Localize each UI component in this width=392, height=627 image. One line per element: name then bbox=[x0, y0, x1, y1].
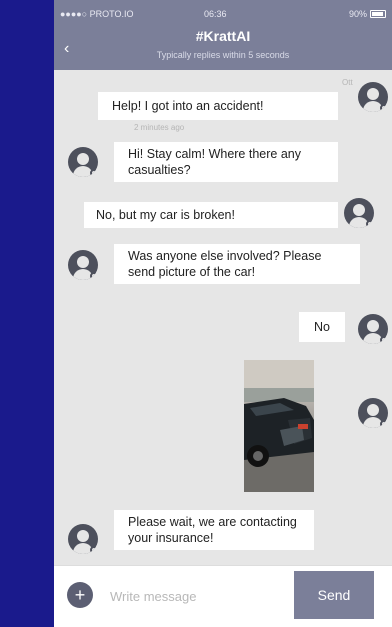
avatar-status-dot bbox=[366, 220, 374, 228]
user-avatar bbox=[358, 398, 388, 428]
avatar-status-dot bbox=[380, 104, 388, 112]
message-sender-label: Ott bbox=[342, 78, 353, 87]
avatar-status-dot bbox=[90, 546, 98, 554]
message-timestamp: 2 minutes ago bbox=[134, 123, 185, 132]
avatar-status-dot bbox=[380, 336, 388, 344]
message-bubble-bot: Was anyone else involved? Please send pi… bbox=[114, 244, 360, 284]
message-bubble-bot: Hi! Stay calm! Where there any casualtie… bbox=[114, 142, 338, 182]
chat-subtitle: Typically replies within 5 seconds bbox=[156, 50, 290, 60]
status-bar: ●●●●○ PROTO.IO 06:36 90% bbox=[54, 9, 392, 21]
bot-avatar bbox=[68, 147, 98, 177]
battery-indicator: 90% bbox=[349, 9, 386, 19]
send-button[interactable]: Send bbox=[294, 571, 374, 619]
message-bubble-user: No, but my car is broken! bbox=[84, 202, 338, 228]
user-avatar bbox=[358, 314, 388, 344]
message-input[interactable] bbox=[110, 584, 280, 608]
avatar-status-dot bbox=[90, 272, 98, 280]
avatar-head-icon bbox=[77, 153, 89, 165]
carrier-label: ●●●●○ PROTO.IO bbox=[60, 9, 134, 19]
user-avatar bbox=[358, 82, 388, 112]
message-bubble-user: No bbox=[299, 312, 345, 342]
car-photo[interactable] bbox=[244, 360, 314, 492]
avatar-head-icon bbox=[353, 204, 365, 216]
message-bubble-bot: Please wait, we are contacting your insu… bbox=[114, 510, 314, 550]
car-photo-image bbox=[244, 360, 314, 492]
avatar-status-dot bbox=[90, 169, 98, 177]
chat-screen: ●●●●○ PROTO.IO 06:36 90% ‹ #KrattAI Typi… bbox=[54, 0, 392, 627]
message-composer: + Send bbox=[54, 565, 392, 627]
avatar-head-icon bbox=[367, 404, 379, 416]
message-bubble-user: Help! I got into an accident! bbox=[98, 92, 338, 120]
add-attachment-button[interactable]: + bbox=[67, 582, 93, 608]
avatar-head-icon bbox=[77, 530, 89, 542]
avatar-status-dot bbox=[380, 420, 388, 428]
avatar-head-icon bbox=[367, 320, 379, 332]
chat-title: #KrattAI bbox=[195, 28, 251, 44]
bot-avatar bbox=[68, 524, 98, 554]
clock: 06:36 bbox=[204, 9, 227, 19]
chat-header: ●●●●○ PROTO.IO 06:36 90% ‹ #KrattAI Typi… bbox=[54, 0, 392, 70]
bot-avatar bbox=[68, 250, 98, 280]
battery-icon bbox=[370, 10, 386, 18]
battery-label: 90% bbox=[348, 9, 367, 19]
avatar-head-icon bbox=[77, 256, 89, 268]
avatar-head-icon bbox=[367, 88, 379, 100]
user-avatar bbox=[344, 198, 374, 228]
